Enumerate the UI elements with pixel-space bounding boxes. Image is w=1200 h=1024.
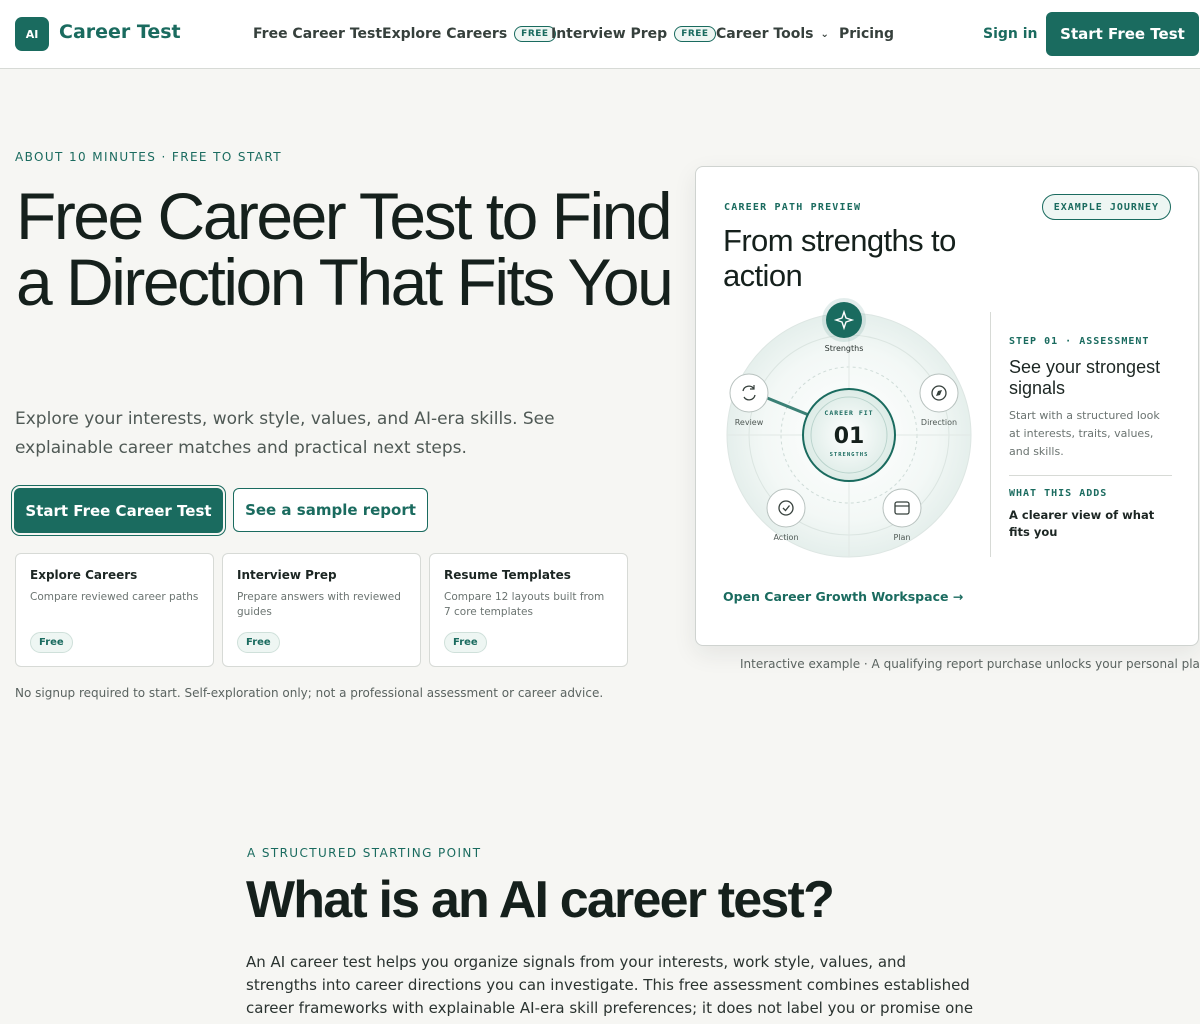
preview-title: From strengths to action — [723, 223, 956, 293]
section-body: An AI career test helps you organize sig… — [246, 953, 974, 1024]
card-title: Explore Careers — [30, 568, 138, 582]
card-desc: Compare reviewed career paths — [30, 591, 199, 603]
node-label: Review — [735, 418, 764, 427]
wheel-center-value: 01 — [834, 424, 865, 449]
hero-title: Free Career Test to Find a Direction Tha… — [16, 179, 674, 319]
step-detail-panel: STEP 01 · ASSESSMENT See your strongest … — [990, 312, 1172, 557]
logo-text[interactable]: Career Test — [59, 21, 181, 43]
adds-text: A clearer view of what fits you — [1009, 508, 1155, 539]
sign-in-link[interactable]: Sign in — [983, 26, 1038, 42]
wheel-node-review[interactable]: Review — [729, 373, 769, 427]
card-resume-templates[interactable]: Resume Templates Compare 12 layouts buil… — [429, 553, 628, 667]
wheel-center-label: CAREER FIT — [824, 409, 873, 417]
card-title: Interview Prep — [237, 568, 337, 582]
node-label: Plan — [893, 533, 910, 542]
wheel-center-sub: STRENGTHS — [830, 452, 869, 458]
career-wheel: CAREER FIT 01 STRENGTHS Strengths Direct… — [726, 298, 972, 558]
adds-label: WHAT THIS ADDS — [1009, 488, 1108, 499]
nav-label: Career Tools — [716, 26, 814, 42]
nav-label: Pricing — [839, 26, 895, 42]
section-eyebrow: A STRUCTURED STARTING POINT — [247, 846, 482, 860]
step-title: See your strongest signals — [1009, 357, 1161, 398]
example-journey-badge: EXAMPLE JOURNEY — [1041, 194, 1171, 220]
chevron-down-icon: ⌄ — [820, 28, 829, 40]
free-badge: Free — [30, 632, 73, 653]
card-title: Resume Templates — [444, 568, 571, 582]
free-badge: FREE — [514, 26, 556, 42]
nav-pricing[interactable]: Pricing — [839, 26, 894, 42]
preview-eyebrow: CAREER PATH PREVIEW — [724, 202, 862, 213]
nav-free-career-test[interactable]: Free Career Test — [253, 26, 382, 42]
nav-label: Interview Prep — [551, 26, 668, 42]
logo-mark[interactable]: AI — [15, 17, 49, 51]
free-badge: Free — [444, 632, 487, 653]
node-label: Direction — [921, 418, 957, 427]
start-free-career-test-button[interactable]: Start Free Career Test — [14, 488, 223, 533]
site-header: AI Career Test Free Career Test Explore … — [0, 0, 1200, 69]
node-label: Strengths — [825, 344, 864, 353]
start-free-test-button[interactable]: Start Free Test — [1046, 12, 1199, 56]
nav-explore-careers[interactable]: Explore Careers FREE — [382, 26, 556, 42]
step-desc: Start with a structured look at interest… — [1009, 409, 1160, 458]
card-interview-prep[interactable]: Interview Prep Prepare answers with revi… — [222, 553, 421, 667]
divider — [1009, 475, 1172, 476]
wheel-node-direction[interactable]: Direction — [919, 373, 959, 427]
preview-caption: Interactive example · A qualifying repor… — [740, 657, 1200, 671]
hero-subtitle: Explore your interests, work style, valu… — [15, 409, 555, 458]
hero-eyebrow: ABOUT 10 MINUTES · FREE TO START — [15, 150, 282, 164]
section-title: What is an AI career test? — [246, 871, 835, 929]
wheel-node-strengths[interactable]: Strengths — [822, 298, 866, 353]
free-badge: FREE — [674, 26, 716, 42]
open-workspace-link[interactable]: Open Career Growth Workspace → — [723, 589, 963, 604]
nav-interview-prep[interactable]: Interview Prep FREE — [551, 26, 716, 42]
free-badge: Free — [237, 632, 280, 653]
card-desc: Compare 12 layouts built from 7 core tem… — [444, 591, 605, 618]
node-label: Action — [773, 533, 798, 542]
card-desc: Prepare answers with reviewed guides — [237, 591, 401, 618]
step-label: STEP 01 · ASSESSMENT — [1009, 336, 1150, 347]
career-path-preview-card: CAREER PATH PREVIEW EXAMPLE JOURNEY From… — [695, 166, 1199, 646]
hero-disclaimer: No signup required to start. Self-explor… — [15, 686, 604, 700]
nav-career-tools[interactable]: Career Tools ⌄ — [716, 26, 829, 42]
card-explore-careers[interactable]: Explore Careers Compare reviewed career … — [15, 553, 214, 667]
sample-report-button[interactable]: See a sample report — [233, 488, 428, 532]
nav-label: Explore Careers — [382, 26, 508, 42]
nav-label: Free Career Test — [253, 26, 383, 42]
